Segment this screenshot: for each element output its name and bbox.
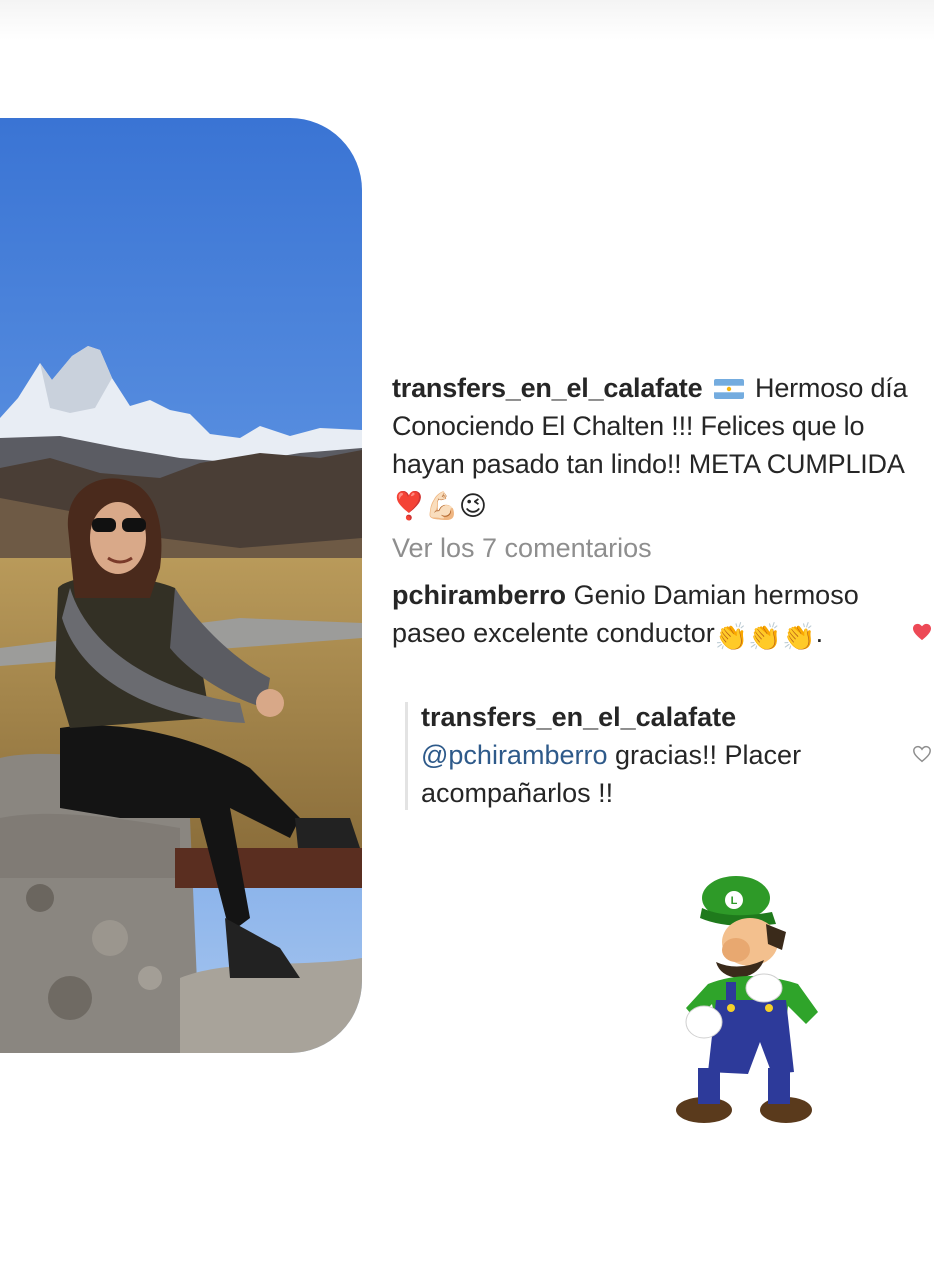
reply-thread-line <box>405 702 408 810</box>
view-all-comments-link[interactable]: Ver los 7 comentarios <box>392 529 652 567</box>
heart-filled-icon[interactable] <box>912 623 932 641</box>
caption-emojis: ❣️💪🏻😉 <box>392 491 487 521</box>
comment-trailing: . <box>815 618 824 648</box>
comment-username[interactable]: pchiramberro <box>392 580 566 610</box>
reply-username[interactable]: transfers_en_el_calafate <box>421 698 891 736</box>
reply-mention[interactable]: @pchiramberro <box>421 740 607 770</box>
heart-outline-icon[interactable] <box>912 745 932 763</box>
comment-emojis: 👏👏👏 <box>714 622 816 652</box>
reply-comment: transfers_en_el_calafate @pchiramberro g… <box>421 698 891 812</box>
patagonia-landscape-image <box>0 118 362 1053</box>
luigi-sticker[interactable]: L <box>668 872 828 1130</box>
argentina-flag-icon <box>713 379 744 399</box>
comment: pchiramberro Genio Damian hermoso paseo … <box>392 576 892 656</box>
svg-text:L: L <box>731 895 738 907</box>
caption-username[interactable]: transfers_en_el_calafate <box>392 373 703 403</box>
post-photo[interactable] <box>0 118 362 1053</box>
post-caption: transfers_en_el_calafate Hermoso día Con… <box>392 369 927 525</box>
top-gradient <box>0 0 934 40</box>
